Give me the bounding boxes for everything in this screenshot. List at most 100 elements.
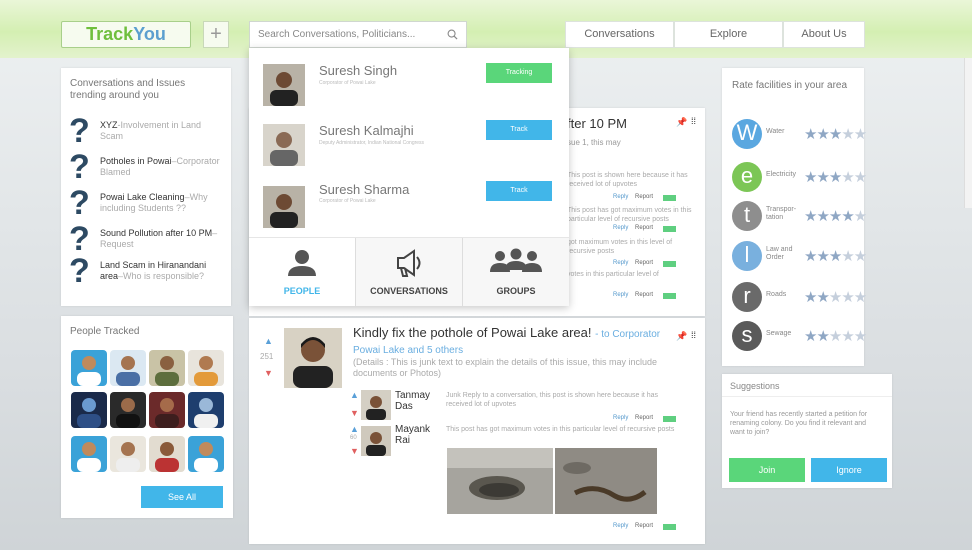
result-avatar[interactable] (263, 124, 305, 166)
tracked-person-avatar[interactable] (71, 392, 107, 428)
reply-avatar[interactable] (361, 390, 391, 420)
report-link[interactable]: Report (635, 292, 653, 298)
tracked-person-avatar[interactable] (71, 436, 107, 472)
rate-facilities-panel: Rate facilities in your area W Water ★★★… (722, 68, 867, 366)
reply-link[interactable]: Reply (613, 225, 628, 231)
tracked-person-avatar[interactable] (188, 350, 224, 386)
post-title[interactable]: fter 10 PM (567, 116, 627, 131)
search-input[interactable]: Search Conversations, Politicians... (249, 21, 467, 48)
pothole-photo[interactable] (555, 448, 657, 514)
trending-item[interactable]: ? Land Scam in Hiranandani area–Who is r… (69, 254, 219, 288)
rate-facilities-heading: Rate facilities in your area (732, 80, 848, 91)
tab-people[interactable]: PEOPLE (249, 238, 356, 306)
pothole-photo[interactable] (447, 448, 553, 514)
reply-link[interactable]: Reply (613, 523, 628, 529)
trending-item[interactable]: ? XYZ-Involvement in Land Scam (69, 114, 219, 148)
result-avatar[interactable] (263, 64, 305, 106)
upvote-icon[interactable]: ▲ (350, 390, 359, 400)
facility-name: Law and Order (766, 246, 793, 261)
downvote-icon[interactable]: ▼ (264, 368, 273, 378)
facility-sewage[interactable]: s Sewage ★★★★★ (732, 321, 872, 351)
trending-item[interactable]: ? Powai Lake Cleaning–Why including Stud… (69, 186, 219, 220)
reply-link[interactable]: Reply (613, 260, 628, 266)
pin-icon[interactable]: 📌 (676, 331, 687, 342)
tracked-person-avatar[interactable] (110, 392, 146, 428)
result-name: Suresh Singh (319, 63, 398, 78)
tracked-person-avatar[interactable] (149, 436, 185, 472)
track-button[interactable]: Track (486, 120, 552, 140)
scrollbar[interactable] (964, 58, 972, 208)
tracked-person-avatar[interactable] (110, 436, 146, 472)
reply-link[interactable]: Reply (613, 415, 628, 421)
megaphone-icon (356, 248, 462, 283)
app-logo[interactable]: TrackYou (61, 21, 191, 48)
reply-author[interactable]: Tanmay Das (395, 390, 435, 412)
facility-water[interactable]: W Water ★★★★★ (732, 119, 872, 149)
post-author[interactable]: Powai Lake and 5 others (353, 345, 463, 356)
see-all-button[interactable]: See All (141, 486, 223, 508)
tracked-person-avatar[interactable] (149, 392, 185, 428)
rating-stars[interactable]: ★★★★★ (804, 327, 867, 345)
pin-icon[interactable]: 📌 (676, 117, 687, 128)
nav-conversations[interactable]: Conversations (565, 21, 674, 48)
facility-electricity[interactable]: e Electricity ★★★★★ (732, 162, 872, 192)
track-button[interactable]: Track (486, 181, 552, 201)
tracked-person-avatar[interactable] (149, 350, 185, 386)
tracked-person-avatar[interactable] (188, 392, 224, 428)
trending-item[interactable]: ? Potholes in Powai–Corporator Blamed (69, 150, 220, 184)
people-tracked-heading: People Tracked (70, 326, 140, 337)
tracked-person-avatar[interactable] (71, 350, 107, 386)
grid-icon[interactable]: ⁞⁞ (691, 330, 696, 340)
author-avatar[interactable] (284, 328, 342, 388)
tracked-person-avatar[interactable] (110, 350, 146, 386)
reply-link[interactable]: Reply (613, 194, 628, 200)
search-icon[interactable] (447, 22, 458, 49)
reply-author[interactable]: Mayank Rai (395, 424, 435, 446)
nav-explore[interactable]: Explore (674, 21, 783, 48)
tracked-person-avatar[interactable] (188, 436, 224, 472)
question-icon: ? (69, 252, 90, 290)
rating-stars[interactable]: ★★★★★ (804, 168, 867, 186)
reply-link[interactable]: Reply (613, 292, 628, 298)
status-badge (663, 261, 676, 267)
grid-icon[interactable]: ⁞⁞ (691, 116, 696, 126)
result-description: Corporator of Powai Lake (319, 198, 376, 204)
nav-about-us[interactable]: About Us (783, 21, 865, 48)
facility-law-order[interactable]: l Law and Order ★★★★★ (732, 241, 872, 271)
reply-avatar[interactable] (361, 426, 391, 456)
ignore-button[interactable]: Ignore (811, 458, 887, 482)
rating-stars[interactable]: ★★★★★ (804, 207, 867, 225)
post-title[interactable]: Kindly fix the pothole of Powai Lake are… (353, 325, 660, 340)
tracking-button[interactable]: Tracking (486, 63, 552, 83)
tab-conversations[interactable]: CONVERSATIONS (356, 238, 463, 306)
upvote-icon[interactable]: ▲ (350, 424, 359, 434)
report-link[interactable]: Report (635, 225, 653, 231)
trending-item[interactable]: ? Sound Pollution after 10 PM–Request (69, 222, 219, 256)
rating-stars[interactable]: ★★★★★ (804, 288, 867, 306)
result-avatar[interactable] (263, 186, 305, 228)
join-button[interactable]: Join (729, 458, 805, 482)
result-name: Suresh Sharma (319, 182, 410, 197)
report-link[interactable]: Report (635, 523, 653, 529)
upvote-icon[interactable]: ▲ (264, 336, 273, 346)
downvote-icon[interactable]: ▼ (350, 446, 359, 456)
trending-title: Powai Lake Cleaning (100, 192, 185, 202)
search-result-row[interactable]: Suresh Sharma Corporator of Powai Lake T… (249, 172, 569, 230)
add-button[interactable]: + (203, 21, 229, 48)
rating-stars[interactable]: ★★★★★ (804, 247, 867, 265)
search-result-row[interactable]: Suresh Singh Corporator of Powai Lake Tr… (249, 56, 569, 114)
facility-transportation[interactable]: t Transpor-tation ★★★★★ (732, 201, 872, 231)
report-link[interactable]: Report (635, 415, 653, 421)
roads-icon: r (732, 282, 762, 312)
status-badge (663, 195, 676, 201)
search-result-row[interactable]: Suresh Kalmajhi Deputy Administrator, In… (249, 116, 569, 174)
trending-panel: Conversations and Issues trending around… (61, 68, 231, 306)
facility-roads[interactable]: r Roads ★★★★★ (732, 282, 872, 312)
rating-stars[interactable]: ★★★★★ (804, 125, 867, 143)
report-link[interactable]: Report (635, 194, 653, 200)
tab-label: PEOPLE (283, 286, 321, 296)
report-link[interactable]: Report (635, 260, 653, 266)
downvote-icon[interactable]: ▼ (350, 408, 359, 418)
tab-groups[interactable]: GROUPS (463, 238, 569, 306)
trending-heading: Conversations and Issues trending around… (70, 78, 186, 101)
